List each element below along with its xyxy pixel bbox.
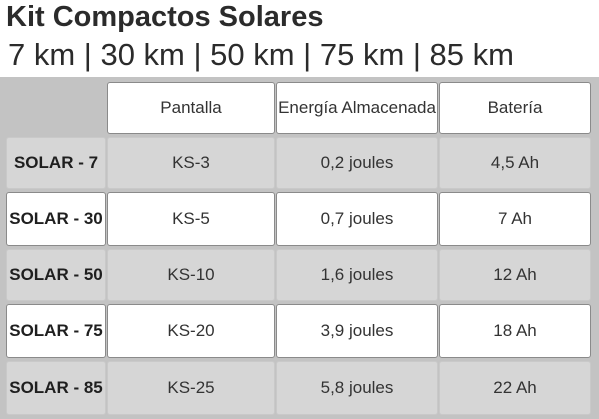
cell-energia: 5,8 joules bbox=[276, 361, 438, 415]
cell-bateria: 4,5 Ah bbox=[439, 137, 591, 189]
cell-energia: 1,6 joules bbox=[276, 249, 438, 301]
cell-energia: 0,7 joules bbox=[276, 192, 438, 246]
header-pantalla: Pantalla bbox=[107, 82, 275, 134]
row-label: SOLAR - 85 bbox=[6, 361, 106, 415]
cell-pantalla: KS-3 bbox=[107, 137, 275, 189]
cell-energia: 0,2 joules bbox=[276, 137, 438, 189]
cell-pantalla: KS-20 bbox=[107, 304, 275, 358]
spec-table: Pantalla Energía Almacenada Batería SOLA… bbox=[0, 77, 599, 419]
cell-bateria: 12 Ah bbox=[439, 249, 591, 301]
cell-pantalla: KS-25 bbox=[107, 361, 275, 415]
cell-pantalla: KS-5 bbox=[107, 192, 275, 246]
row-label: SOLAR - 50 bbox=[6, 249, 106, 301]
header-bateria: Batería bbox=[439, 82, 591, 134]
row-label: SOLAR - 30 bbox=[6, 192, 106, 246]
row-label: SOLAR - 75 bbox=[6, 304, 106, 358]
cell-pantalla: KS-10 bbox=[107, 249, 275, 301]
cell-bateria: 18 Ah bbox=[439, 304, 591, 358]
cell-bateria: 22 Ah bbox=[439, 361, 591, 415]
cell-energia: 3,9 joules bbox=[276, 304, 438, 358]
page-subtitle: 7 km | 30 km | 50 km | 75 km | 85 km bbox=[8, 37, 514, 72]
header-energia: Energía Almacenada bbox=[276, 82, 438, 134]
cell-bateria: 7 Ah bbox=[439, 192, 591, 246]
row-label: SOLAR - 7 bbox=[6, 137, 106, 189]
page-title: Kit Compactos Solares bbox=[6, 1, 324, 33]
